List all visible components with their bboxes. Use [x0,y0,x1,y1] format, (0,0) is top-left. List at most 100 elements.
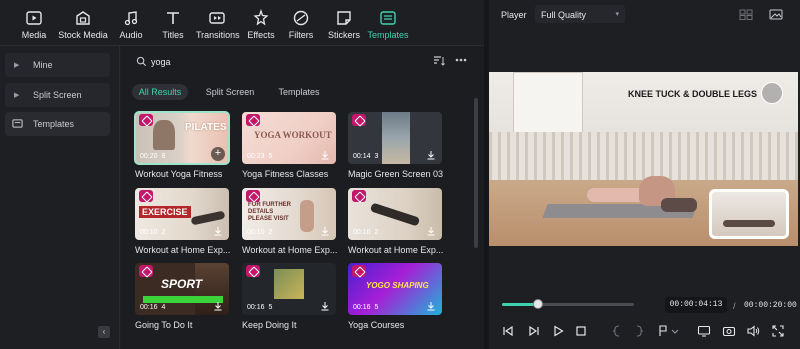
toolbar-label: Stock Media [58,30,108,40]
clip-count: 5 [268,304,273,311]
template-thumbnail: 00:16 5 [242,263,336,315]
template-card[interactable]: FOR FURTHER DETAILS PLEASE VISIT 00:10 2 … [242,188,337,255]
premium-badge-icon [139,265,153,277]
filter-chip-templates[interactable]: Templates [271,84,327,100]
collapse-sidebar-button[interactable]: ‹ [98,326,110,338]
template-card[interactable]: YOGO SHAPING 00:16 5 Yoga Courses [348,263,442,330]
scrollbar[interactable] [474,98,478,248]
template-meta: 00:16 5 [247,304,272,311]
quality-value: Full Quality [541,10,587,20]
toolbar-item-stock-media[interactable]: Stock Media [58,9,108,43]
search-bar [133,52,427,72]
toolbar-item-effects[interactable]: Effects [246,8,276,43]
filter-chip-split-screen[interactable]: Split Screen [201,84,259,100]
template-title: Going To Do It [135,320,193,330]
premium-badge-icon [139,190,153,202]
toolbar-item-filters[interactable]: Filters [288,9,314,43]
chevron-right-icon: ▶ [14,62,20,69]
template-meta: 00:16 4 [140,304,165,311]
template-folder-icon [12,118,23,131]
marker-dropdown-button[interactable] [657,324,681,338]
template-card[interactable]: 00:14 3 Magic Green Screen 03 [348,112,443,179]
toolbar-item-audio[interactable]: Audio [116,9,146,43]
template-duration: 00:20 [140,153,158,160]
sidebar-item-label: Split Screen [33,90,82,100]
sidebar-item-templates[interactable]: Templates [5,112,110,136]
template-duration: 00:16 [247,304,265,311]
template-meta: 00:10 2 [247,229,272,236]
template-duration: 00:23 [247,153,265,160]
template-card[interactable]: SPORT 00:16 4 Going To Do It [135,263,229,330]
stop-button[interactable] [574,324,588,338]
video-preview[interactable]: KNEE TUCK & DOUBLE LEGS [489,72,798,246]
step-back-icon [503,325,513,337]
template-title: Yoga Courses [348,320,405,330]
template-thumbnail: 00:10 2 [348,188,442,240]
category-sidebar: ▶ Mine ▶ Split Screen Templates ‹ [0,46,120,349]
toolbar-item-transitions[interactable]: Transitions [196,9,240,43]
template-card[interactable]: EXERCISE 00:10 2 Workout at Home Exp... [135,188,230,255]
download-icon[interactable] [320,301,330,311]
filters-icon [292,9,310,27]
search-input[interactable] [151,54,411,70]
toolbar-item-stickers[interactable]: Stickers [326,9,362,43]
volume-icon [747,325,760,337]
download-icon[interactable] [213,301,223,311]
play-button[interactable] [551,324,565,338]
template-duration: 00:10 [353,229,371,236]
toolbar-label: Effects [247,30,275,40]
add-to-timeline-icon[interactable]: + [211,147,225,161]
template-card[interactable]: PILATES & CARDIO 00:208 + Workout Yoga F… [134,111,230,179]
download-icon[interactable] [426,301,436,311]
seek-bar[interactable] [502,299,634,309]
download-icon[interactable] [213,226,223,236]
template-card[interactable]: 00:16 5 Keep Doing It [242,263,336,330]
display-button[interactable] [697,324,711,338]
premium-badge-icon [139,114,153,126]
download-icon[interactable] [320,150,330,160]
clip-count: 2 [374,229,379,236]
stop-icon [576,326,586,336]
step-back-button[interactable] [501,324,515,338]
template-card[interactable]: YOGA WORKOUT 00:23 5 Yoga Fitness Classes [242,112,336,179]
template-meta: 00:16 5 [353,304,378,311]
template-card[interactable]: 00:10 2 Workout at Home Exp... [348,188,443,255]
more-options-icon[interactable] [454,54,468,66]
template-thumbnail: FOR FURTHER DETAILS PLEASE VISIT 00:10 2 [242,188,336,240]
step-forward-button[interactable] [527,324,541,338]
filter-sort-icon[interactable] [433,55,445,67]
download-icon[interactable] [426,226,436,236]
mark-out-button[interactable] [632,324,646,338]
mark-in-button[interactable] [610,324,624,338]
current-time[interactable]: 00:00:04:13 [665,297,727,313]
toolbar-item-media[interactable]: Media [14,9,54,43]
snapshot-image-icon[interactable] [769,9,783,20]
clip-count: 5 [374,304,379,311]
sidebar-item-split-screen[interactable]: ▶ Split Screen [5,83,110,107]
seek-handle[interactable] [532,299,543,309]
toolbar-item-templates[interactable]: Templates [367,9,409,43]
sidebar-item-mine[interactable]: ▶ Mine [5,53,110,77]
download-icon[interactable] [426,150,436,160]
thumbnail-text: SPORT [161,277,203,291]
premium-badge-icon [352,190,366,202]
volume-button[interactable] [746,324,760,338]
template-title: Workout at Home Exp... [135,245,231,255]
template-title: Yoga Fitness Classes [242,169,329,179]
template-duration: 00:16 [353,304,371,311]
download-icon[interactable] [320,226,330,236]
quality-dropdown[interactable]: Full Quality ▾ [535,5,625,23]
template-thumbnail: SPORT 00:16 4 [135,263,229,315]
audio-icon [122,9,140,27]
toolbar-label: Titles [162,30,184,40]
transitions-icon [208,9,226,27]
clip-count: 4 [161,304,166,311]
fullscreen-button[interactable] [771,324,785,338]
thumbnail-text: PILATES & CARDIO [185,122,229,133]
filter-chip-all-results[interactable]: All Results [132,84,188,100]
chevron-down-icon: ▾ [615,11,619,18]
grid-view-icon[interactable] [739,9,753,20]
toolbar-item-titles[interactable]: Titles [158,9,188,43]
snapshot-button[interactable] [722,324,736,338]
template-title: Workout Yoga Fitness [135,169,223,179]
